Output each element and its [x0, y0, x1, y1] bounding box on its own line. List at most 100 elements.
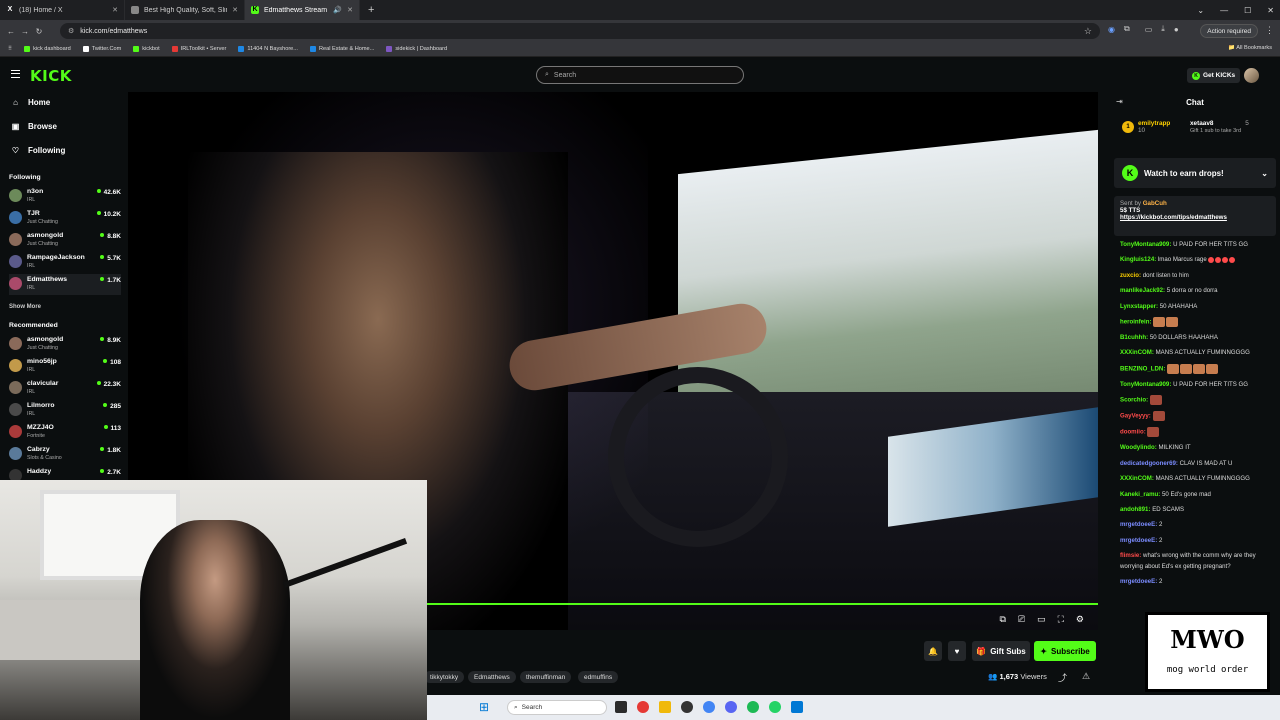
chat-username[interactable]: flimsie:	[1120, 552, 1141, 559]
show-more-link[interactable]: Show More	[9, 304, 41, 310]
sidebar-channel[interactable]: RampageJackson IRL 5.7K	[9, 252, 121, 273]
notification-bell-button[interactable]: 🔔	[924, 641, 942, 661]
chat-username[interactable]: mrgetdoeeE:	[1120, 578, 1157, 585]
kick-logo[interactable]: KICK	[30, 67, 72, 85]
back-icon[interactable]: ←	[4, 27, 18, 36]
reload-icon[interactable]: ↻	[32, 27, 46, 36]
close-window-button[interactable]: ✕	[1267, 6, 1274, 15]
nav-browse[interactable]: ▣ Browse	[11, 122, 57, 131]
chat-username[interactable]: doomiio:	[1120, 429, 1146, 436]
chat-username[interactable]: heroinfein:	[1120, 319, 1151, 326]
nav-home[interactable]: ⌂ Home	[11, 98, 50, 107]
sidebar-channel[interactable]: clavicular IRL 22.3K	[9, 378, 121, 399]
sidebar-channel[interactable]: mino56jp IRL 108	[9, 356, 121, 377]
chat-username[interactable]: TonyMontana909:	[1120, 381, 1171, 388]
task-view-icon[interactable]	[615, 701, 627, 713]
sidebar-channel[interactable]: Cabrzy Slots & Casino 1.8K	[9, 444, 121, 465]
menu-icon[interactable]: ⋮	[1265, 25, 1274, 36]
forward-icon[interactable]: →	[18, 27, 32, 36]
file-explorer-icon[interactable]	[659, 701, 671, 713]
share-icon[interactable]: ⤴	[1058, 671, 1067, 684]
chat-username[interactable]: Kingluis124:	[1120, 256, 1156, 263]
chat-username[interactable]: XXXinCOM:	[1120, 475, 1154, 482]
spotify-icon[interactable]	[747, 701, 759, 713]
report-icon[interactable]: ⚠	[1082, 671, 1090, 682]
chat-username[interactable]: Kaneki_ramu:	[1120, 491, 1160, 498]
theater-mode-icon[interactable]: ▭	[1037, 614, 1046, 625]
bookmark-item[interactable]: Real Estate & Home...	[304, 46, 380, 52]
sidebar-channel-active[interactable]: Edmatthews IRL 1.7K	[9, 274, 121, 295]
sidebar-channel[interactable]: asmongold Just Chatting 8.8K	[9, 230, 121, 251]
bookmark-item[interactable]: kickbot	[127, 46, 165, 52]
extensions-icon[interactable]: ⧉	[1124, 24, 1130, 34]
close-icon[interactable]: ✕	[347, 6, 353, 14]
new-tab-button[interactable]: +	[360, 4, 382, 16]
whatsapp-icon[interactable]	[769, 701, 781, 713]
bookmark-item[interactable]: 11404 N Bayshore...	[232, 46, 304, 52]
all-bookmarks-button[interactable]: 📁 All Bookmarks	[1228, 45, 1272, 51]
fullscreen-icon[interactable]: ⛶	[1058, 614, 1064, 625]
split-view-icon[interactable]: ▭	[1145, 25, 1153, 34]
close-icon[interactable]: ✕	[112, 6, 118, 14]
gift-subs-button[interactable]: 🎁 Gift Subs	[972, 641, 1030, 661]
bookmark-item[interactable]: kick dashboard	[18, 46, 77, 52]
bookmark-item[interactable]: sidekick | Dashboard	[380, 46, 453, 52]
url-input[interactable]: ⚙ kick.com/edmatthews ☆	[60, 23, 1100, 39]
download-icon[interactable]: ⤓	[1161, 24, 1165, 34]
stream-tag[interactable]: Edmatthews	[468, 671, 516, 683]
app-icon[interactable]	[791, 701, 803, 713]
bookmark-item[interactable]: Twitter.Com	[77, 46, 128, 52]
browser-tab[interactable]: Best High Quality, Soft, Slim Fit... ✕	[125, 0, 245, 20]
profile-avatar[interactable]: ●	[1174, 25, 1179, 34]
stream-tag[interactable]: edmuffins	[578, 671, 619, 683]
chrome-icon[interactable]	[637, 701, 649, 713]
minimize-button[interactable]: —	[1220, 6, 1228, 15]
stream-tag[interactable]: tikkytokky	[424, 671, 465, 683]
close-icon[interactable]: ✕	[232, 6, 238, 14]
apps-icon[interactable]: ⠿	[6, 46, 18, 52]
get-kicks-button[interactable]: K Get KICKs	[1187, 68, 1241, 83]
browser-tab[interactable]: X (18) Home / X ✕	[0, 0, 125, 20]
chat-username[interactable]: dedicatedgooner69:	[1120, 460, 1178, 467]
sidebar-channel[interactable]: MZZJ4O Fortnite 113	[9, 422, 121, 443]
chat-username[interactable]: andoh891:	[1120, 506, 1150, 513]
action-required-button[interactable]: Action required	[1200, 24, 1258, 38]
browser-tab-active[interactable]: K Edmatthews Stream - Watc... 🔊 ✕	[245, 0, 360, 20]
chat-username[interactable]: XXXinCOM:	[1120, 349, 1154, 356]
sidebar-channel[interactable]: Haddzy 2.7K	[9, 466, 121, 482]
bookmark-item[interactable]: IRLToolkit • Server	[166, 46, 233, 52]
hamburger-menu-icon[interactable]	[11, 70, 20, 78]
speaker-icon[interactable]: 🔊	[333, 6, 342, 14]
chat-username[interactable]: manlikeJack92:	[1120, 287, 1165, 294]
follow-heart-button[interactable]: ♥	[948, 641, 966, 661]
earn-drops-banner[interactable]: K Watch to earn drops! ⌄	[1114, 158, 1276, 188]
chat-username[interactable]: mrgetdoeeE:	[1120, 537, 1157, 544]
taskbar-search-input[interactable]: ⌕ Search	[507, 700, 607, 715]
search-input[interactable]: ⌕ Search	[536, 66, 744, 84]
chat-username[interactable]: mrgetdoeeE:	[1120, 521, 1157, 528]
extension-icon[interactable]: ◉	[1108, 25, 1115, 34]
site-info-icon[interactable]: ⚙	[68, 27, 74, 35]
bookmark-star-icon[interactable]: ☆	[1084, 26, 1092, 37]
chat-username[interactable]: zuxcio:	[1120, 272, 1141, 279]
pip-icon[interactable]: ⧉	[999, 614, 1005, 625]
sidebar-channel[interactable]: Lilmorro IRL 285	[9, 400, 121, 421]
windows-start-icon[interactable]: ⊞	[479, 700, 489, 714]
browser-icon[interactable]	[703, 701, 715, 713]
stream-tag[interactable]: themuffinman	[520, 671, 572, 683]
nav-following[interactable]: ♡ Following	[11, 146, 65, 155]
sidebar-channel[interactable]: TJR Just Chatting 10.2K	[9, 208, 121, 229]
sidebar-channel[interactable]: n3on IRL 42.6K	[9, 186, 121, 207]
discord-icon[interactable]	[725, 701, 737, 713]
maximize-button[interactable]: ☐	[1244, 6, 1251, 15]
subscribe-button[interactable]: ✦ Subscribe	[1034, 641, 1096, 661]
settings-icon[interactable]: ⚙	[1076, 614, 1084, 625]
chat-username[interactable]: BENZINO_LDN:	[1120, 365, 1165, 372]
sidebar-channel[interactable]: asmongold Just Chatting 8.9K	[9, 334, 121, 355]
clip-icon[interactable]: ⎚	[1018, 614, 1025, 625]
chat-username[interactable]: GayVeyyy:	[1120, 413, 1151, 420]
chat-username[interactable]: TonyMontana909:	[1120, 241, 1171, 248]
tab-search-icon[interactable]: ⌄	[1197, 6, 1204, 15]
chat-username[interactable]: Lynxstapper:	[1120, 303, 1158, 310]
user-avatar[interactable]	[1244, 68, 1259, 83]
